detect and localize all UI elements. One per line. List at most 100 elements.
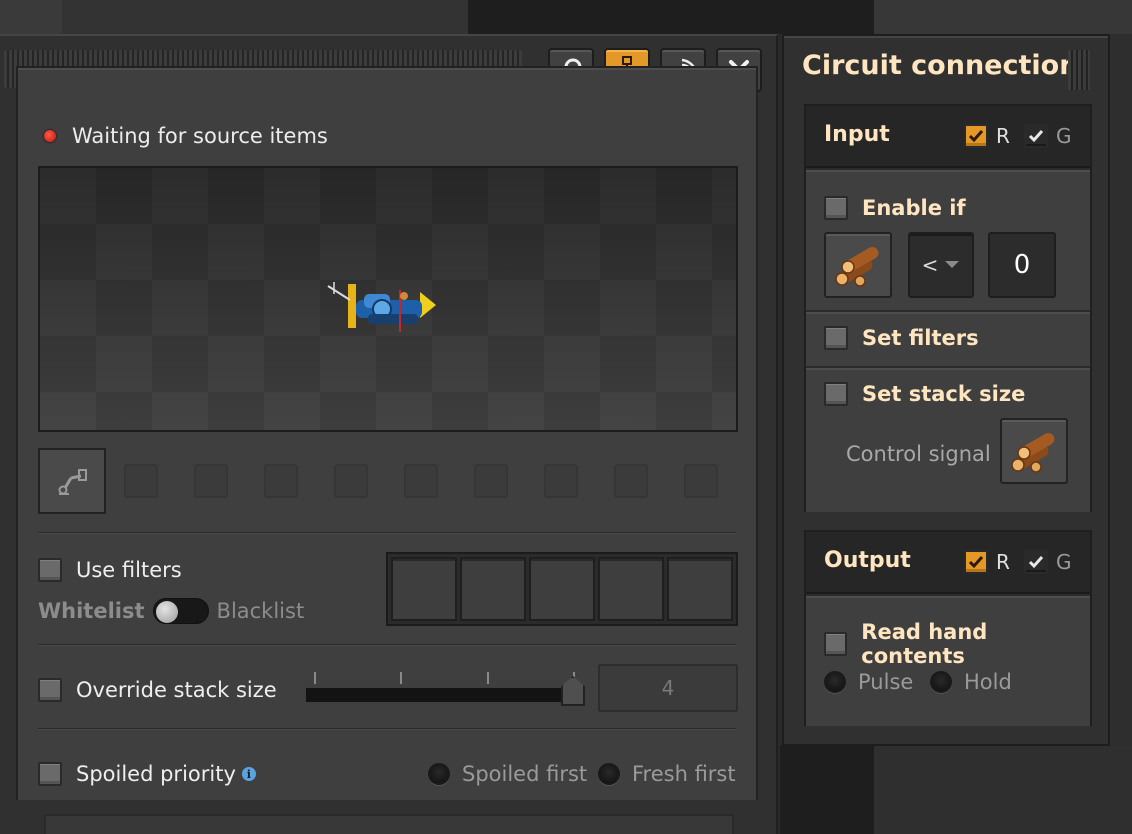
- filter-slot[interactable]: [460, 557, 526, 621]
- set-stack-size-block: Set stack size Control signal: [806, 366, 1090, 512]
- override-stack-checkbox[interactable]: [38, 678, 62, 702]
- spoiled-first-radio[interactable]: [428, 763, 450, 785]
- red-wire-checkbox[interactable]: [964, 124, 988, 148]
- set-filters-label: Set filters: [862, 326, 979, 350]
- background-area: [874, 746, 1132, 834]
- filter-mode-toggle[interactable]: [152, 598, 209, 624]
- comparator-value: <: [921, 253, 939, 277]
- blacklist-label: Blacklist: [216, 599, 305, 623]
- inventory-slot[interactable]: [474, 464, 508, 498]
- read-hand-label: Read hand contents: [861, 620, 988, 668]
- set-filters-row: Set filters: [824, 326, 979, 350]
- use-filters-row: Use filters: [38, 558, 182, 582]
- wood-icon: [835, 247, 879, 287]
- spoiled-first-option[interactable]: Spoiled first: [428, 762, 587, 786]
- red-wire-label: R: [996, 550, 1010, 574]
- inventory-slot[interactable]: [544, 464, 578, 498]
- slider-tick: [487, 672, 489, 684]
- filter-slot[interactable]: [667, 557, 733, 621]
- inventory-slot[interactable]: [124, 464, 158, 498]
- fresh-first-label: Fresh first: [632, 762, 736, 786]
- chevron-down-icon: [945, 261, 960, 268]
- hold-label: Hold: [964, 670, 1012, 694]
- green-wire-label: G: [1056, 550, 1072, 574]
- pulse-label: Pulse: [858, 670, 914, 694]
- bottom-panel: [44, 814, 734, 834]
- hold-radio[interactable]: [930, 671, 952, 693]
- filter-slot[interactable]: [391, 557, 457, 621]
- comparator-dropdown[interactable]: <: [908, 232, 974, 298]
- constant-field[interactable]: 0: [988, 232, 1056, 298]
- filter-slot[interactable]: [529, 557, 595, 621]
- circuit-title: Circuit connection: [802, 50, 1079, 81]
- spoiled-priority-row: Spoiled priority i: [38, 762, 256, 786]
- pulse-radio[interactable]: [824, 671, 846, 693]
- section-divider: [38, 728, 736, 730]
- status-indicator-icon: [44, 130, 56, 142]
- background-strip: [468, 0, 874, 34]
- use-filters-checkbox[interactable]: [38, 558, 62, 582]
- stack-size-field[interactable]: 4: [598, 664, 738, 712]
- pulse-option[interactable]: Pulse: [824, 670, 913, 694]
- red-wire-label: R: [996, 124, 1010, 148]
- control-signal-button[interactable]: [1000, 418, 1068, 484]
- inventory-slot[interactable]: [264, 464, 298, 498]
- check-icon: [968, 556, 984, 569]
- output-label: Output: [824, 548, 911, 573]
- background-strip: [0, 0, 62, 34]
- whitelist-label: Whitelist: [38, 599, 145, 623]
- input-section: Input R G Enable if < 0 Set filters Set …: [804, 104, 1092, 512]
- drag-handle[interactable]: [1068, 50, 1090, 90]
- inventory-slot[interactable]: [684, 464, 718, 498]
- red-wire-checkbox[interactable]: [964, 550, 988, 574]
- output-header: Output R G: [806, 532, 1090, 594]
- stack-size-slider[interactable]: [304, 686, 584, 704]
- status-row: Waiting for source items: [44, 124, 328, 148]
- override-stack-label: Override stack size: [76, 678, 277, 702]
- input-label: Input: [824, 122, 890, 147]
- output-red-wire: R: [964, 550, 1010, 574]
- inventory-slot[interactable]: [334, 464, 368, 498]
- inserter-entity-icon: [327, 282, 436, 332]
- green-wire-label: G: [1056, 124, 1072, 148]
- crafting-slot[interactable]: [38, 448, 106, 514]
- green-wire-checkbox[interactable]: [1024, 124, 1048, 148]
- set-filters-block: Set filters: [806, 310, 1090, 366]
- fresh-first-radio[interactable]: [598, 763, 620, 785]
- background-strip: [874, 0, 1132, 34]
- output-green-wire: G: [1024, 550, 1072, 574]
- spoiled-priority-checkbox[interactable]: [38, 762, 62, 786]
- enable-if-block: Enable if < 0: [806, 168, 1090, 310]
- filter-mode-row: Whitelist Blacklist: [38, 598, 304, 624]
- inventory-slot[interactable]: [194, 464, 228, 498]
- set-filters-checkbox[interactable]: [824, 326, 848, 350]
- section-divider: [38, 532, 736, 534]
- status-text: Waiting for source items: [72, 124, 328, 148]
- section-divider: [38, 644, 736, 646]
- check-icon: [1028, 556, 1044, 569]
- slider-tick: [400, 672, 402, 684]
- fresh-first-option[interactable]: Fresh first: [598, 762, 736, 786]
- filter-slot[interactable]: [598, 557, 664, 621]
- output-section: Output R G Read hand contents Pulse Hold: [804, 530, 1092, 726]
- inventory-slot[interactable]: [614, 464, 648, 498]
- input-green-wire: G: [1024, 124, 1072, 148]
- override-stack-row: Override stack size: [38, 678, 277, 702]
- input-red-wire: R: [964, 124, 1010, 148]
- control-signal-label: Control signal: [846, 442, 991, 466]
- read-hand-checkbox[interactable]: [824, 632, 848, 656]
- slider-tick: [314, 672, 316, 684]
- entity-preview[interactable]: [38, 166, 738, 432]
- info-icon[interactable]: i: [241, 767, 256, 781]
- set-stack-size-checkbox[interactable]: [824, 382, 848, 406]
- inventory-slot[interactable]: [404, 464, 438, 498]
- enable-if-checkbox[interactable]: [824, 196, 848, 220]
- set-stack-size-row: Set stack size: [824, 382, 1025, 406]
- green-wire-checkbox[interactable]: [1024, 550, 1048, 574]
- hold-option[interactable]: Hold: [930, 670, 1012, 694]
- check-icon: [968, 130, 984, 143]
- input-header: Input R G: [806, 106, 1090, 168]
- background-edge: [1110, 34, 1132, 834]
- signal-select-button[interactable]: [824, 232, 892, 298]
- check-icon: [1028, 130, 1044, 143]
